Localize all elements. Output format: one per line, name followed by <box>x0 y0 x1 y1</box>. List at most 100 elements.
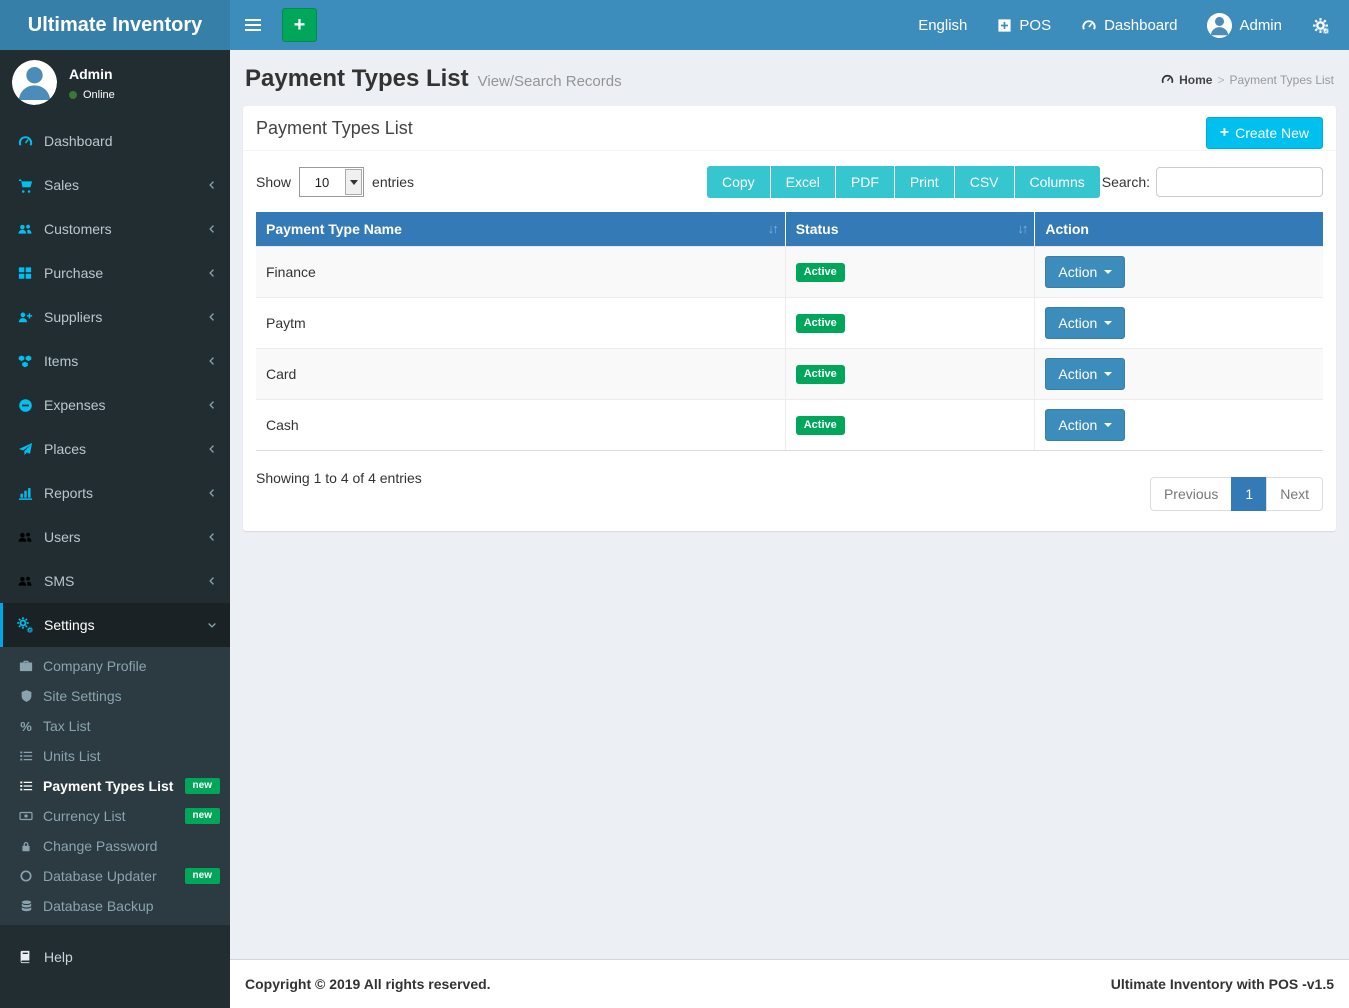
percent-icon: % <box>16 719 36 734</box>
status-badge: Active <box>796 416 845 435</box>
submenu-item-database-updater[interactable]: Database Updater new <box>0 861 230 891</box>
sidebar-user-status: Online <box>69 89 115 101</box>
sidebar-item-suppliers[interactable]: Suppliers <box>0 295 230 339</box>
status-badge: Active <box>796 263 845 282</box>
copyright-text: Copyright © 2019 All rights reserved. <box>245 976 491 992</box>
payment-type-name-cell: Card <box>256 349 785 400</box>
action-dropdown-button[interactable]: Action <box>1045 358 1125 390</box>
list-icon <box>16 749 36 763</box>
list-icon <box>16 779 36 793</box>
column-header-status[interactable]: Status ↓↑ <box>785 212 1035 247</box>
avatar <box>12 60 57 105</box>
bar-chart-icon <box>15 486 35 501</box>
sidebar-toggle-button[interactable] <box>230 0 276 50</box>
excel-button[interactable]: Excel <box>770 166 835 198</box>
user-menu[interactable]: Admin <box>1192 0 1297 50</box>
sidebar-item-purchase[interactable]: Purchase <box>0 251 230 295</box>
next-page-button[interactable]: Next <box>1266 477 1323 511</box>
content-spacer <box>230 531 1349 959</box>
briefcase-icon <box>16 659 36 673</box>
action-dropdown-button[interactable]: Action <box>1045 256 1125 288</box>
csv-button[interactable]: CSV <box>954 166 1014 198</box>
sidebar-item-sales[interactable]: Sales <box>0 163 230 207</box>
sidebar-item-users[interactable]: Users <box>0 515 230 559</box>
navbar-main: + English POS <box>230 0 1349 50</box>
database-icon <box>16 899 36 913</box>
settings-gear-menu[interactable] <box>1297 0 1349 50</box>
breadcrumb-home-link[interactable]: Home <box>1161 73 1212 87</box>
tachometer-icon <box>1161 73 1174 86</box>
submenu-item-database-backup[interactable]: Database Backup <box>0 891 230 921</box>
sidebar-item-dashboard[interactable]: Dashboard <box>0 119 230 163</box>
quick-add-button[interactable]: + <box>282 8 317 42</box>
table-footer: Showing 1 to 4 of 4 entries Previous 1 N… <box>256 465 1323 511</box>
minus-circle-icon <box>15 398 35 413</box>
status-badge: Active <box>796 314 845 333</box>
main-content: Payment Types List View/Search Records H… <box>230 50 1349 1008</box>
action-dropdown-button[interactable]: Action <box>1045 307 1125 339</box>
tachometer-icon <box>1081 18 1097 33</box>
columns-button[interactable]: Columns <box>1014 166 1100 198</box>
submenu-item-company-profile[interactable]: Company Profile <box>0 651 230 681</box>
gears-icon <box>1312 17 1329 34</box>
pos-label: POS <box>1019 17 1051 34</box>
language-menu[interactable]: English <box>903 0 982 50</box>
entries-label: entries <box>372 174 414 190</box>
payment-type-name-cell: Cash <box>256 400 785 451</box>
sidebar-item-reports[interactable]: Reports <box>0 471 230 515</box>
sort-icon: ↓↑ <box>1017 221 1026 236</box>
paper-plane-icon <box>15 442 35 457</box>
chevron-left-icon <box>206 355 218 367</box>
select-arrow-icon <box>345 169 362 195</box>
users-icon <box>15 530 35 545</box>
sidebar-item-sms[interactable]: SMS <box>0 559 230 603</box>
tachometer-icon <box>15 134 35 149</box>
table-toolbar: Show 10 entries Copy Excel PDF Print CSV… <box>256 166 1323 198</box>
page-length-select[interactable]: 10 <box>299 167 364 197</box>
previous-page-button[interactable]: Previous <box>1150 477 1232 511</box>
page-length-control: Show 10 entries <box>256 167 414 197</box>
page-subtitle: View/Search Records <box>478 73 622 90</box>
dashboard-link[interactable]: Dashboard <box>1066 0 1192 50</box>
search-input[interactable] <box>1156 167 1323 197</box>
submenu-item-change-password[interactable]: Change Password <box>0 831 230 861</box>
create-new-button[interactable]: + Create New <box>1206 117 1323 149</box>
breadcrumb-current: Payment Types List <box>1230 73 1335 87</box>
online-dot-icon <box>69 91 77 99</box>
column-header-payment-type-name[interactable]: Payment Type Name ↓↑ <box>256 212 785 247</box>
sidebar-item-help[interactable]: Help <box>0 935 230 979</box>
submenu-item-currency-list[interactable]: Currency List new <box>0 801 230 831</box>
dashboard-label: Dashboard <box>1104 17 1177 34</box>
page-1-button[interactable]: 1 <box>1231 477 1267 511</box>
sidebar-item-places[interactable]: Places <box>0 427 230 471</box>
pos-link[interactable]: POS <box>982 0 1066 50</box>
cubes-icon <box>15 354 35 369</box>
plus-icon: + <box>1220 125 1229 141</box>
submenu-item-payment-types-list[interactable]: Payment Types List new <box>0 771 230 801</box>
brand-logo[interactable]: Ultimate Inventory <box>0 0 230 50</box>
chevron-left-icon <box>206 443 218 455</box>
language-label: English <box>918 17 967 34</box>
sidebar-item-items[interactable]: Items <box>0 339 230 383</box>
pdf-button[interactable]: PDF <box>835 166 894 198</box>
caret-down-icon <box>1104 270 1112 274</box>
plus-icon: + <box>294 15 306 35</box>
submenu-item-units-list[interactable]: Units List <box>0 741 230 771</box>
table-row: Finance Active Action <box>256 247 1323 298</box>
breadcrumb-separator: > <box>1217 73 1224 87</box>
action-dropdown-button[interactable]: Action <box>1045 409 1125 441</box>
sidebar-item-expenses[interactable]: Expenses <box>0 383 230 427</box>
sidebar-item-settings[interactable]: Settings <box>0 603 230 647</box>
search-control: Search: <box>1102 167 1323 197</box>
page-footer: Copyright © 2019 All rights reserved. Ul… <box>230 959 1349 1008</box>
sidebar-item-customers[interactable]: Customers <box>0 207 230 251</box>
chevron-left-icon <box>206 311 218 323</box>
copy-button[interactable]: Copy <box>707 166 770 198</box>
submenu-item-site-settings[interactable]: Site Settings <box>0 681 230 711</box>
box-title: Payment Types List <box>256 118 413 138</box>
users-icon <box>15 222 35 237</box>
payment-types-table: Payment Type Name ↓↑ Status ↓↑ Action Fi… <box>256 212 1323 451</box>
chevron-left-icon <box>206 179 218 191</box>
submenu-item-tax-list[interactable]: % Tax List <box>0 711 230 741</box>
print-button[interactable]: Print <box>894 166 954 198</box>
